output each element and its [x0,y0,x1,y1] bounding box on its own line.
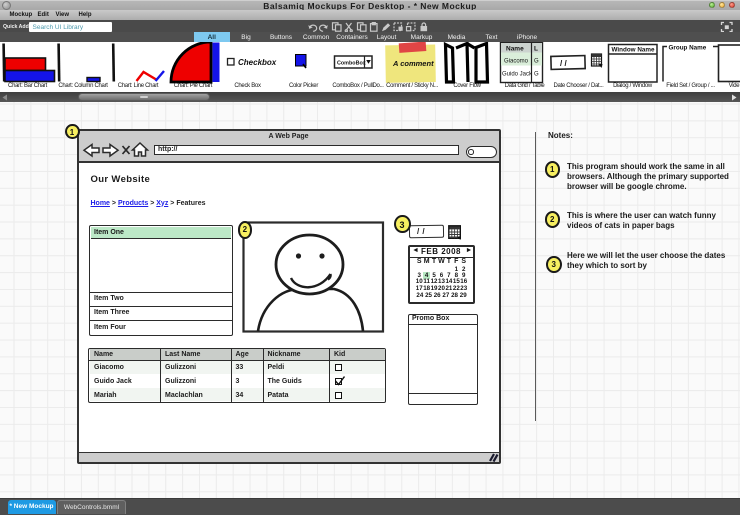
svg-text:G: G [534,71,539,77]
svg-text:Giacomo: Giacomo [504,58,529,64]
svg-text:A comment: A comment [392,59,434,68]
svg-text:Name: Name [506,45,524,52]
svg-text:Group Name: Group Name [669,44,707,51]
svg-text:Checkbox: Checkbox [238,58,277,67]
svg-text:Guido Jack: Guido Jack [502,71,533,77]
svg-text:G: G [534,58,539,64]
svg-text:/ /: / / [560,59,567,68]
svg-text:L: L [534,45,538,52]
svg-text:Window Name: Window Name [612,46,655,53]
svg-text:ComboBox: ComboBox [337,60,366,66]
